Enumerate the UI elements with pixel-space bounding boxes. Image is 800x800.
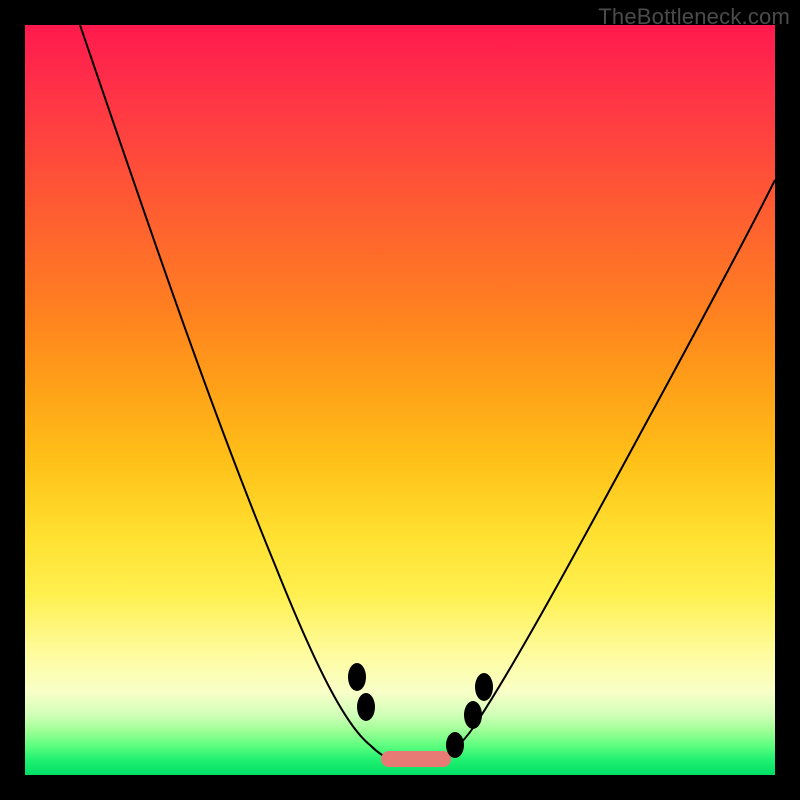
plot-area [25, 25, 775, 775]
marker-dot [357, 693, 375, 721]
marker-dot [464, 701, 482, 729]
marker-dot [348, 663, 366, 691]
curve-right [415, 180, 775, 763]
marker-bar [381, 751, 451, 767]
curve-markers [348, 663, 493, 767]
marker-dot [446, 732, 464, 758]
chart-frame: TheBottleneck.com [0, 0, 800, 800]
curve-left [80, 25, 415, 763]
bottleneck-curve [25, 25, 775, 775]
marker-dot [475, 673, 493, 701]
attribution-text: TheBottleneck.com [598, 4, 790, 30]
